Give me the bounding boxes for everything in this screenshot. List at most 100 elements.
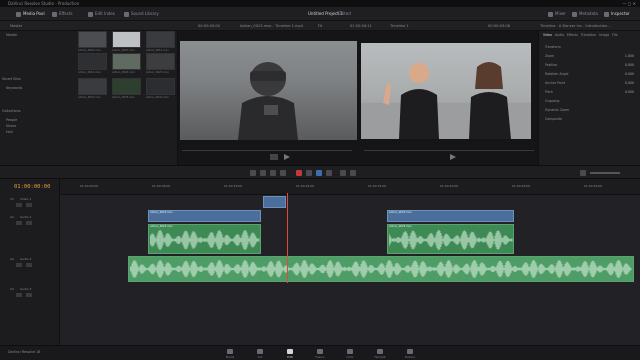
effects-icon (52, 11, 57, 17)
metadata-icon (572, 11, 577, 17)
page-button-fusion[interactable]: Fusion (310, 349, 330, 359)
track-headers: V1 Video 1 A1 Audio 1 A2 Audio 2 A3 Audio 3 (0, 179, 60, 345)
blade-tool-icon[interactable] (280, 170, 286, 176)
dynamic-trim-icon[interactable] (270, 170, 276, 176)
inspector-row-value[interactable]: 1.000 (625, 54, 634, 58)
bin-master[interactable]: Master (6, 33, 18, 37)
track-mute-icon[interactable] (26, 221, 32, 225)
jog-left-icon[interactable] (270, 154, 278, 160)
keywords-bin[interactable]: Keywords (6, 86, 22, 90)
timeline-name[interactable]: Timeline 1 (390, 22, 409, 30)
playhead[interactable] (287, 193, 288, 283)
timeline-ruler[interactable]: 01:00:00:00 01:00:08:00 01:00:16:00 01:00:2… (60, 179, 640, 195)
people-bin[interactable]: People (6, 118, 17, 122)
collections-header: Collections (2, 109, 21, 113)
track-mute-icon[interactable] (26, 203, 32, 207)
page-label: Color (346, 355, 354, 359)
clip-name-label: Adrian_0023.mov (150, 211, 173, 214)
zoom-slider[interactable] (590, 172, 620, 174)
video-clip[interactable] (263, 196, 286, 208)
page-button-color[interactable]: Color (340, 349, 360, 359)
marker-icon[interactable] (350, 170, 356, 176)
source-viewer[interactable] (180, 41, 357, 140)
media-pool-button[interactable]: Media Pool (16, 10, 45, 18)
page-button-edit[interactable]: Edit (280, 349, 300, 359)
source-scrubber[interactable] (182, 150, 352, 151)
clip-thumbnail[interactable] (146, 31, 175, 48)
track-lock-icon[interactable] (16, 203, 22, 207)
play-source-icon[interactable] (284, 154, 290, 160)
effects-button[interactable]: Effects (52, 10, 73, 18)
edit-index-button[interactable]: Edit Index (88, 10, 115, 18)
page-button-media[interactable]: Media (220, 349, 240, 359)
inspector-row-value[interactable]: 0.000 (625, 90, 634, 94)
timeline-toolbar (0, 165, 640, 179)
inspector-tab[interactable]: Transition (581, 33, 596, 37)
inspector-tab[interactable]: File (612, 33, 617, 37)
viewer-subbar: Master 00:00:00:00 Adrian_0023.mov - Tim… (0, 21, 640, 31)
track-lock-icon[interactable] (16, 221, 22, 225)
track-label: Video 1 (20, 197, 32, 201)
clip-thumbnail[interactable] (112, 78, 141, 95)
page-label: Cut (257, 355, 263, 359)
color-icon (347, 349, 353, 354)
page-navigation: Media Cut Edit Fusion Color Fairlight Deliver (0, 345, 640, 360)
clip-thumbnail-label: Adrian_0033.mov (112, 96, 135, 99)
insert-clip-icon[interactable] (296, 170, 302, 176)
track-label: Audio 3 (20, 287, 32, 291)
track-label: Audio 2 (20, 257, 32, 261)
inspector-tab[interactable]: Effects (567, 33, 578, 37)
track-lock-icon[interactable] (16, 263, 22, 267)
clip-thumbnail[interactable] (112, 31, 141, 48)
timeline-viewer[interactable] (361, 43, 531, 139)
inspector-tab[interactable]: Image (599, 33, 609, 37)
page-button-deliver[interactable]: Deliver (400, 349, 420, 359)
sound-library-icon (124, 11, 129, 17)
flag-icon[interactable] (340, 170, 346, 176)
ruler-mark: 01:00:48:00 (512, 184, 531, 188)
clip-thumbnail[interactable] (146, 78, 175, 95)
snapping-icon[interactable] (316, 170, 322, 176)
media-icon (227, 349, 233, 354)
track-mute-icon[interactable] (26, 263, 32, 267)
inspector-row-label: Dynamic Zoom (545, 108, 570, 112)
clip-thumbnail[interactable] (78, 53, 107, 70)
record-timecode: 01:00:04:11 (350, 24, 372, 28)
edit-index-icon (88, 11, 93, 17)
inspector-row-value[interactable]: 0.000 (625, 63, 634, 67)
page-button-fairlight[interactable]: Fairlight (370, 349, 390, 359)
inspector-row-value[interactable]: 0.000 (625, 81, 634, 85)
zoom-fit-dropdown[interactable]: Fit (318, 22, 322, 30)
clip-thumbnail[interactable] (146, 53, 175, 70)
selection-tool-icon[interactable] (250, 170, 256, 176)
page-label: Media (225, 355, 235, 359)
zoom-out-icon[interactable] (580, 170, 586, 176)
ruler-mark: 01:00:08:00 (152, 184, 171, 188)
clip-thumbnail[interactable] (78, 78, 107, 95)
inspector-tab[interactable]: Audio (555, 33, 564, 37)
inspector-row-label: Composite (545, 117, 563, 121)
page-label: Edit (287, 355, 293, 359)
track-lock-icon[interactable] (16, 293, 22, 297)
inspector-row-value[interactable]: 0.000 (625, 72, 634, 76)
play-timeline-icon[interactable] (450, 154, 456, 160)
page-label: Fairlight (374, 355, 386, 359)
shoes-bin[interactable]: Shoes (6, 124, 16, 128)
top-toolbar: Media Pool Effects Edit Index Sound Libr… (0, 7, 640, 21)
window-controls[interactable]: — ▢ ✕ (622, 0, 636, 7)
timeline-scrubber[interactable] (364, 150, 534, 151)
inspector-tab[interactable]: Video (543, 33, 552, 37)
page-button-cut[interactable]: Cut (250, 349, 270, 359)
trim-tool-icon[interactable] (260, 170, 266, 176)
hair-bin[interactable]: Hair (6, 130, 13, 134)
track-mute-icon[interactable] (26, 293, 32, 297)
clip-thumbnail[interactable] (78, 31, 107, 48)
metadata-button[interactable]: Metadata (572, 10, 598, 18)
sound-library-button[interactable]: Sound Library (124, 10, 159, 18)
track-name: V1 (10, 197, 14, 201)
overwrite-clip-icon[interactable] (306, 170, 312, 176)
inspector-button[interactable]: Inspector (604, 10, 630, 18)
mixer-button[interactable]: Mixer (548, 10, 566, 18)
linked-selection-icon[interactable] (326, 170, 332, 176)
clip-thumbnail[interactable] (112, 53, 141, 70)
